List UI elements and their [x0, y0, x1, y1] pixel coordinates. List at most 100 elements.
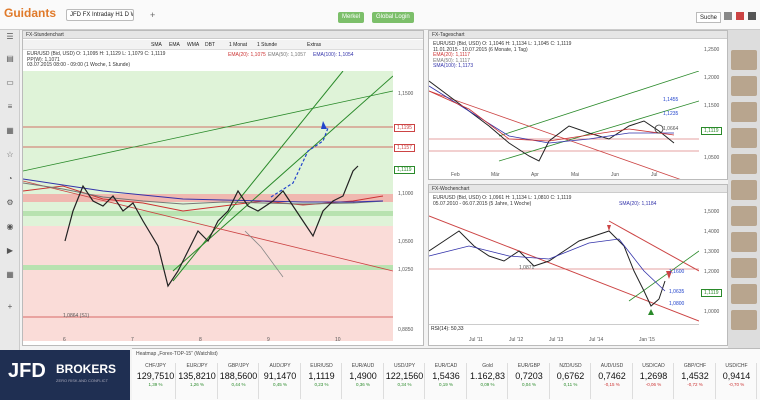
x-tick: 7: [131, 337, 134, 343]
participant-avatar[interactable]: [731, 310, 757, 330]
ticker-change: -0,72 %: [687, 382, 703, 387]
add-tab-icon[interactable]: +: [150, 10, 155, 20]
level-label: 1,1195: [394, 124, 415, 132]
period-line: 03.07.2015 08:00 - 09:00 (1 Woche, 1 Stu…: [27, 62, 131, 68]
current-price-label: 1,1119: [701, 127, 722, 135]
participant-avatar[interactable]: [731, 180, 757, 200]
ticker-price: 1,2698: [639, 371, 668, 381]
ticker-symbol: AUD/JPY: [269, 363, 291, 369]
panel-title: FX-Tageschart: [429, 31, 727, 39]
chart-info: EUR/USD (Bid, USD) O: 1,1046 H: 1,1134 L…: [433, 41, 571, 70]
arrow-icon[interactable]: ▶: [4, 246, 16, 256]
ticker-tile[interactable]: AUD/USD 0,7462 -0,15 %: [593, 363, 633, 399]
ticker-tile[interactable]: AUD/JPY 91,1470 0,45 %: [261, 363, 301, 399]
daily-chart-svg: [429, 71, 699, 179]
extras-button[interactable]: Extras: [307, 42, 321, 48]
ticker-tile[interactable]: CHF/JPY 129,7510 1,39 %: [136, 363, 176, 399]
ticker-symbol: USD/JPY: [393, 363, 416, 369]
search-button[interactable]: Suche: [696, 12, 722, 23]
ticker-change: 0,04 %: [521, 382, 536, 387]
sma20-legend: SMA(20): 1,1184: [619, 201, 657, 207]
target-label: 1,1235: [663, 111, 679, 117]
menu-icon[interactable]: ☰: [4, 32, 16, 42]
rsi-label: RSI(14): 50,33: [431, 326, 464, 332]
ema20-legend: EMA(20): 1,1075: [228, 52, 266, 58]
participant-avatar[interactable]: [731, 102, 757, 122]
ticker-price: 0,6762: [556, 371, 585, 381]
ticker-price: 1.162,83: [469, 371, 506, 381]
participant-avatar[interactable]: [731, 284, 757, 304]
ticker-tile[interactable]: USD/JPY 122,1560 0,34 %: [385, 363, 425, 399]
sma-button[interactable]: SMA: [151, 42, 162, 48]
ticker-tile[interactable]: EUR/GBP 0,7203 0,04 %: [510, 363, 550, 399]
grid-icon[interactable]: ▦: [4, 270, 16, 280]
jfd-logo: JFD: [8, 360, 46, 382]
brokers-text: BROKERS: [56, 362, 117, 376]
participant-avatar[interactable]: [731, 76, 757, 96]
y-tick: 1,5000: [704, 209, 720, 215]
user-icon[interactable]: [748, 12, 756, 20]
ticker-tile[interactable]: NZD/USD 0,6762 0,11 %: [551, 363, 591, 399]
wma-button[interactable]: WMA: [187, 42, 199, 48]
ticker-price: 129,7510: [136, 371, 175, 381]
ticker-price: 1,4900: [349, 371, 377, 381]
ticker-price: 91,1470: [263, 371, 297, 381]
bell-icon[interactable]: ◔: [4, 174, 16, 184]
ticker-tile[interactable]: GBP/CHF 1,4532 -0,72 %: [676, 363, 716, 399]
ticker-symbol: EUR/USD: [310, 363, 333, 369]
ticker-tile[interactable]: USD/CAD 1,2698 -0,06 %: [634, 363, 674, 399]
range-select[interactable]: 1 Monat: [229, 42, 247, 48]
monitor-icon[interactable]: ▭: [4, 78, 16, 88]
workspace-tab[interactable]: JFD FX Intraday H1 D W: [66, 9, 134, 21]
x-tick: Jul '14: [589, 337, 604, 343]
watch-button[interactable]: Merkel: [338, 12, 365, 23]
flag-icon[interactable]: [736, 12, 744, 20]
participant-avatar[interactable]: [731, 154, 757, 174]
participant-avatar[interactable]: [731, 258, 757, 278]
hourly-chart-svg: [23, 71, 393, 341]
news-icon[interactable]: ▦: [4, 126, 16, 136]
chart-info: EUR/USD (Bid, USD) O: 1,1095 H: 1,1129 L…: [27, 51, 165, 69]
chart-icon[interactable]: ▤: [4, 54, 16, 64]
x-tick: Jul: [651, 172, 658, 178]
ticker-symbol: CHF/JPY: [145, 363, 166, 369]
participant-avatar[interactable]: [731, 206, 757, 226]
ticker-price: 0,7462: [598, 371, 626, 381]
x-tick: Mai: [571, 172, 580, 178]
participant-avatar[interactable]: [731, 50, 757, 70]
ticker-tile[interactable]: EUR/AUD 1,4900 0,36 %: [344, 363, 384, 399]
ticker-change: 0,36 %: [355, 382, 370, 387]
gear-icon[interactable]: ⚙: [4, 198, 16, 208]
target-label: 1,1600: [669, 269, 685, 275]
settings-icon[interactable]: [724, 12, 732, 20]
ticker-tile[interactable]: Gold 1.162,83 0,09 %: [468, 363, 508, 399]
ticker-tile[interactable]: USD/CHF 0,9414 -0,70 %: [717, 363, 757, 399]
target-label: 1,0800: [669, 301, 685, 307]
ema-button[interactable]: EMA: [169, 42, 180, 48]
weekly-chart-panel: FX-Wochenchart EUR/USD (Bid, USD) O: 1,0…: [428, 184, 728, 346]
participant-avatar[interactable]: [731, 232, 757, 252]
user-icon[interactable]: ◉: [4, 222, 16, 232]
ticker-tile[interactable]: GBP/JPY 188,5600 0,44 %: [219, 363, 259, 399]
y-tick: 1,0250: [398, 267, 414, 273]
login-button[interactable]: Global Login: [372, 12, 414, 23]
ticker-change: 0,44 %: [231, 382, 246, 387]
video-participants: [728, 30, 760, 350]
trendline: [608, 220, 699, 272]
panel-title: FX-Wochenchart: [429, 185, 727, 193]
dbt-button[interactable]: DBT: [205, 42, 215, 48]
list-icon[interactable]: ≡: [4, 102, 16, 112]
x-tick: 8: [199, 337, 202, 343]
trendline: [628, 250, 699, 302]
ticker-change: -0,15 %: [604, 382, 620, 387]
ticker-tile[interactable]: EUR/JPY 135,8210 1,26 %: [178, 363, 218, 399]
x-tick: Jul '11: [469, 337, 483, 343]
plus-icon[interactable]: +: [4, 302, 16, 312]
participant-avatar[interactable]: [731, 128, 757, 148]
ticker-tile[interactable]: EUR/USD 1,1119 0,23 %: [302, 363, 342, 399]
ticker-tile[interactable]: EUR/CAD 1,5436 0,19 %: [427, 363, 467, 399]
app-logo[interactable]: Guidants: [4, 6, 56, 20]
interval-select[interactable]: 1 Stunde: [257, 42, 277, 48]
star-icon[interactable]: ☆: [4, 150, 16, 160]
price-series: [429, 230, 666, 307]
